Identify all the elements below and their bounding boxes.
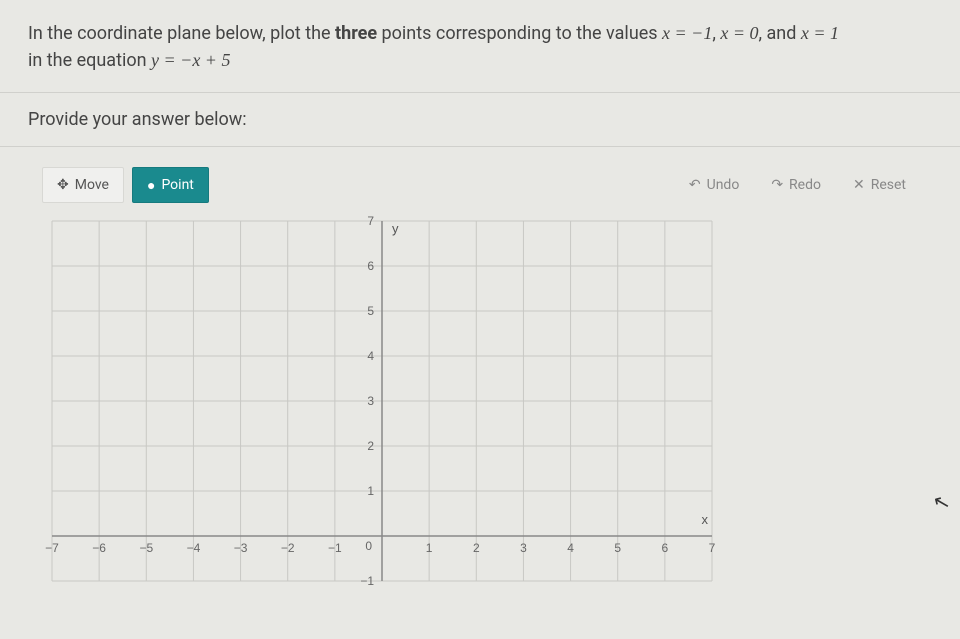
point-label: Point [161, 177, 193, 193]
x-axis-label: x [702, 512, 709, 527]
svg-text:4: 4 [367, 349, 374, 363]
svg-text:7: 7 [367, 214, 374, 228]
move-label: Move [75, 177, 109, 193]
svg-text:6: 6 [367, 259, 374, 273]
reset-icon: ✕ [853, 177, 865, 193]
y-axis-label: y [392, 221, 399, 236]
reset-button[interactable]: ✕ Reset [841, 168, 918, 202]
redo-button[interactable]: ↷ Redo [759, 168, 833, 202]
svg-text:5: 5 [367, 304, 374, 318]
answer-prompt: Provide your answer below: [0, 93, 960, 147]
move-icon: ✥ [57, 177, 69, 193]
redo-label: Redo [789, 177, 821, 193]
q-eq: x = −1 [662, 23, 712, 43]
toolbar: ✥ Move ● Point ↶ Undo ↷ Redo ✕ Reset [42, 167, 918, 203]
graph-svg[interactable]: −7 −6 −5 −4 −3 −2 −1 0 1 2 3 4 5 6 7 −1 1 2 3 4 5 6 7 y x [42, 211, 722, 591]
move-button[interactable]: ✥ Move [42, 167, 124, 203]
redo-icon: ↷ [771, 177, 783, 193]
undo-label: Undo [707, 177, 740, 193]
q-eq: x = 1 [801, 23, 839, 43]
q-text: in the equation [28, 50, 151, 71]
svg-text:6: 6 [662, 541, 669, 555]
svg-text:−7: −7 [45, 541, 59, 555]
svg-text:5: 5 [614, 541, 621, 555]
svg-text:3: 3 [367, 394, 374, 408]
point-button[interactable]: ● Point [132, 167, 209, 203]
q-text: points corresponding to the values [377, 23, 662, 44]
svg-text:1: 1 [367, 484, 374, 498]
question-text: In the coordinate plane below, plot the … [0, 0, 960, 93]
workspace: ✥ Move ● Point ↶ Undo ↷ Redo ✕ Reset −7−… [0, 147, 960, 591]
svg-text:0: 0 [365, 539, 372, 553]
svg-text:4: 4 [567, 541, 574, 555]
svg-text:2: 2 [367, 439, 374, 453]
svg-text:−1: −1 [328, 541, 342, 555]
undo-button[interactable]: ↶ Undo [677, 168, 751, 202]
svg-text:1: 1 [426, 541, 433, 555]
svg-text:3: 3 [520, 541, 527, 555]
svg-text:2: 2 [473, 541, 480, 555]
q-text: , and [759, 23, 801, 44]
coordinate-plane[interactable]: −7 −6 −5 −4 −3 −2 −1 0 1 2 3 4 5 6 7 −1 1 2 3 4 5 6 7 y x [42, 211, 722, 591]
q-eq: x = 0 [720, 23, 758, 43]
svg-text:−2: −2 [281, 541, 295, 555]
svg-text:−3: −3 [234, 541, 248, 555]
svg-text:−6: −6 [92, 541, 106, 555]
point-icon: ● [147, 177, 155, 194]
svg-text:7: 7 [709, 541, 716, 555]
svg-text:−5: −5 [139, 541, 153, 555]
q-text: In the coordinate plane below, plot the [28, 23, 335, 44]
svg-text:−1: −1 [360, 574, 374, 588]
svg-text:−4: −4 [187, 541, 201, 555]
undo-icon: ↶ [689, 177, 701, 193]
q-bold: three [335, 23, 377, 44]
q-eq: y = −x + 5 [151, 50, 230, 70]
reset-label: Reset [871, 177, 906, 193]
